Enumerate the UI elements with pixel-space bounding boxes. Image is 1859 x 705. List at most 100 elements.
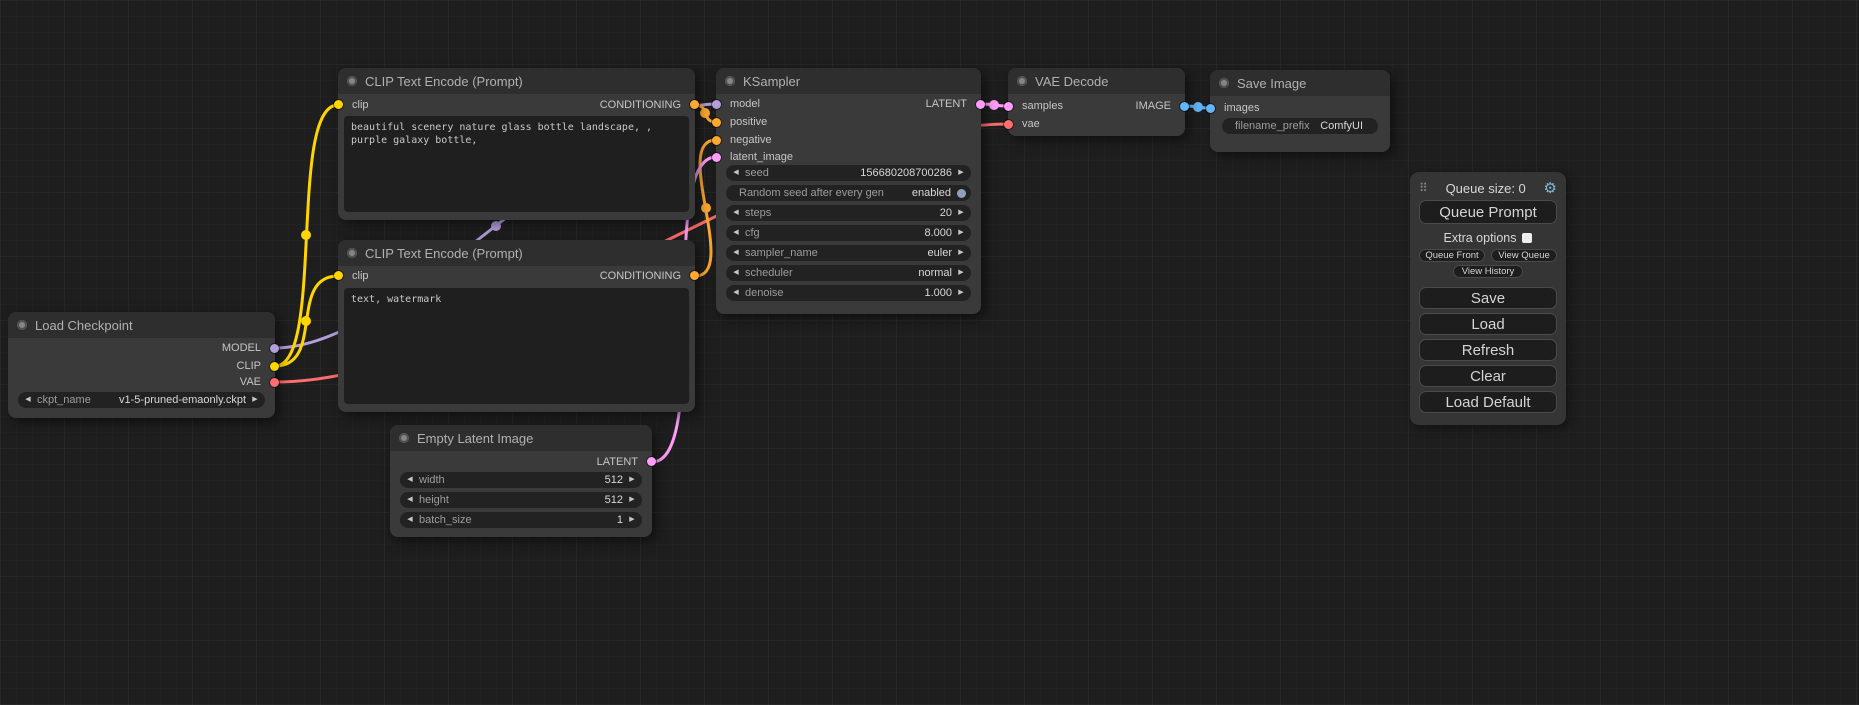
decrement-arrow-icon[interactable]: ◀ — [405, 512, 415, 528]
drag-handle-icon[interactable]: ⠿ — [1419, 181, 1428, 195]
next-arrow-icon[interactable]: ▶ — [250, 392, 260, 408]
menu-header: ⠿ Queue size: 0 ⚙ — [1419, 179, 1557, 197]
save-button[interactable]: Save — [1419, 287, 1557, 309]
view-queue-button[interactable]: View Queue — [1491, 249, 1557, 262]
node-title: CLIP Text Encode (Prompt) — [365, 74, 523, 89]
collapse-dot-icon[interactable] — [347, 248, 357, 258]
link-midpoint-dot — [491, 221, 501, 231]
node-title-bar[interactable]: Load Checkpoint — [8, 312, 275, 338]
decrement-arrow-icon[interactable]: ◀ — [731, 225, 741, 241]
steps-widget[interactable]: ◀ steps 20 ▶ — [726, 205, 971, 221]
latent-image-input-slot[interactable] — [712, 153, 721, 162]
widget-label: scheduler — [745, 267, 793, 279]
node-clip-text-encode-negative[interactable]: CLIP Text Encode (Prompt) clip CONDITION… — [338, 240, 695, 412]
conditioning-output-slot[interactable] — [690, 271, 699, 280]
negative-prompt-textarea[interactable]: text, watermark — [344, 288, 689, 404]
decrement-arrow-icon[interactable]: ◀ — [405, 472, 415, 488]
node-title-bar[interactable]: Empty Latent Image — [390, 425, 652, 451]
sampler-name-widget[interactable]: ◀ sampler_name euler ▶ — [726, 245, 971, 261]
prev-arrow-icon[interactable]: ◀ — [731, 265, 741, 281]
latent-output-slot[interactable] — [976, 100, 985, 109]
vae-output-slot[interactable] — [270, 378, 279, 387]
collapse-dot-icon[interactable] — [17, 320, 27, 330]
positive-prompt-textarea[interactable]: beautiful scenery nature glass bottle la… — [344, 116, 689, 212]
next-arrow-icon[interactable]: ▶ — [956, 245, 966, 261]
model-output-slot[interactable] — [270, 344, 279, 353]
node-ksampler[interactable]: KSampler model positive negative latent_… — [716, 68, 981, 314]
refresh-button[interactable]: Refresh — [1419, 339, 1557, 361]
increment-arrow-icon[interactable]: ▶ — [627, 492, 637, 508]
images-input-slot[interactable] — [1206, 104, 1215, 113]
link-midpoint-dot — [989, 100, 999, 110]
samples-input-slot[interactable] — [1004, 102, 1013, 111]
clip-input-slot[interactable] — [334, 100, 343, 109]
latent-image-input-label: latent_image — [730, 148, 793, 166]
increment-arrow-icon[interactable]: ▶ — [956, 165, 966, 181]
decrement-arrow-icon[interactable]: ◀ — [405, 492, 415, 508]
node-title: KSampler — [743, 74, 800, 89]
clip-input-label: clip — [352, 96, 369, 114]
increment-arrow-icon[interactable]: ▶ — [956, 205, 966, 221]
decrement-arrow-icon[interactable]: ◀ — [731, 285, 741, 301]
load-default-button[interactable]: Load Default — [1419, 391, 1557, 413]
filename-prefix-widget[interactable]: filename_prefix ComfyUI — [1222, 118, 1378, 134]
extra-options-checkbox[interactable] — [1522, 233, 1532, 243]
load-button[interactable]: Load — [1419, 313, 1557, 335]
collapse-dot-icon[interactable] — [725, 76, 735, 86]
increment-arrow-icon[interactable]: ▶ — [956, 225, 966, 241]
scheduler-widget[interactable]: ◀ scheduler normal ▶ — [726, 265, 971, 281]
conditioning-output-slot[interactable] — [690, 100, 699, 109]
increment-arrow-icon[interactable]: ▶ — [627, 472, 637, 488]
positive-input-slot[interactable] — [712, 118, 721, 127]
prev-arrow-icon[interactable]: ◀ — [731, 245, 741, 261]
queue-prompt-button[interactable]: Queue Prompt — [1419, 200, 1557, 224]
collapse-dot-icon[interactable] — [1017, 76, 1027, 86]
node-load-checkpoint[interactable]: Load Checkpoint MODEL CLIP VAE ◀ ckpt_na… — [8, 312, 275, 418]
cfg-widget[interactable]: ◀ cfg 8.000 ▶ — [726, 225, 971, 241]
node-title-bar[interactable]: VAE Decode — [1008, 68, 1185, 94]
node-empty-latent-image[interactable]: Empty Latent Image LATENT ◀ width 512 ▶ … — [390, 425, 652, 537]
model-input-label: model — [730, 95, 760, 113]
clip-input-slot[interactable] — [334, 271, 343, 280]
model-input-slot[interactable] — [712, 100, 721, 109]
node-title: Empty Latent Image — [417, 431, 533, 446]
collapse-dot-icon[interactable] — [347, 76, 357, 86]
node-clip-text-encode-positive[interactable]: CLIP Text Encode (Prompt) clip CONDITION… — [338, 68, 695, 220]
image-output-slot[interactable] — [1180, 102, 1189, 111]
denoise-widget[interactable]: ◀ denoise 1.000 ▶ — [726, 285, 971, 301]
node-vae-decode[interactable]: VAE Decode samples vae IMAGE — [1008, 68, 1185, 136]
width-widget[interactable]: ◀ width 512 ▶ — [400, 472, 642, 488]
node-save-image[interactable]: Save Image images filename_prefix ComfyU… — [1210, 70, 1390, 152]
node-title-bar[interactable]: CLIP Text Encode (Prompt) — [338, 240, 695, 266]
node-title-bar[interactable]: CLIP Text Encode (Prompt) — [338, 68, 695, 94]
queue-front-button[interactable]: Queue Front — [1419, 249, 1485, 262]
prev-arrow-icon[interactable]: ◀ — [23, 392, 33, 408]
increment-arrow-icon[interactable]: ▶ — [627, 512, 637, 528]
node-title-bar[interactable]: Save Image — [1210, 70, 1390, 96]
node-title-bar[interactable]: KSampler — [716, 68, 981, 94]
vae-input-slot[interactable] — [1004, 120, 1013, 129]
settings-gear-icon[interactable]: ⚙ — [1544, 179, 1557, 197]
latent-output-slot[interactable] — [647, 457, 656, 466]
increment-arrow-icon[interactable]: ▶ — [956, 285, 966, 301]
decrement-arrow-icon[interactable]: ◀ — [731, 165, 741, 181]
view-history-button[interactable]: View History — [1453, 265, 1523, 278]
next-arrow-icon[interactable]: ▶ — [956, 265, 966, 281]
clear-button[interactable]: Clear — [1419, 365, 1557, 387]
negative-input-slot[interactable] — [712, 136, 721, 145]
decrement-arrow-icon[interactable]: ◀ — [731, 205, 741, 221]
comfy-menu-panel[interactable]: ⠿ Queue size: 0 ⚙ Queue Prompt Extra opt… — [1410, 172, 1566, 425]
seed-widget[interactable]: ◀ seed 156680208700286 ▶ — [726, 165, 971, 181]
collapse-dot-icon[interactable] — [1219, 78, 1229, 88]
batch-size-widget[interactable]: ◀ batch_size 1 ▶ — [400, 512, 642, 528]
node-graph-canvas[interactable]: Load Checkpoint MODEL CLIP VAE ◀ ckpt_na… — [0, 0, 1859, 705]
widget-value: 20 — [940, 207, 952, 219]
random-seed-toggle-widget[interactable]: Random seed after every gen enabled — [726, 185, 971, 201]
collapse-dot-icon[interactable] — [399, 433, 409, 443]
ckpt-name-widget[interactable]: ◀ ckpt_name v1-5-pruned-emaonly.ckpt ▶ — [18, 392, 265, 408]
toggle-indicator-icon[interactable] — [957, 189, 966, 198]
widget-label: Random seed after every gen — [739, 187, 884, 199]
clip-output-slot[interactable] — [270, 362, 279, 371]
widget-value: 156680208700286 — [860, 167, 952, 179]
height-widget[interactable]: ◀ height 512 ▶ — [400, 492, 642, 508]
